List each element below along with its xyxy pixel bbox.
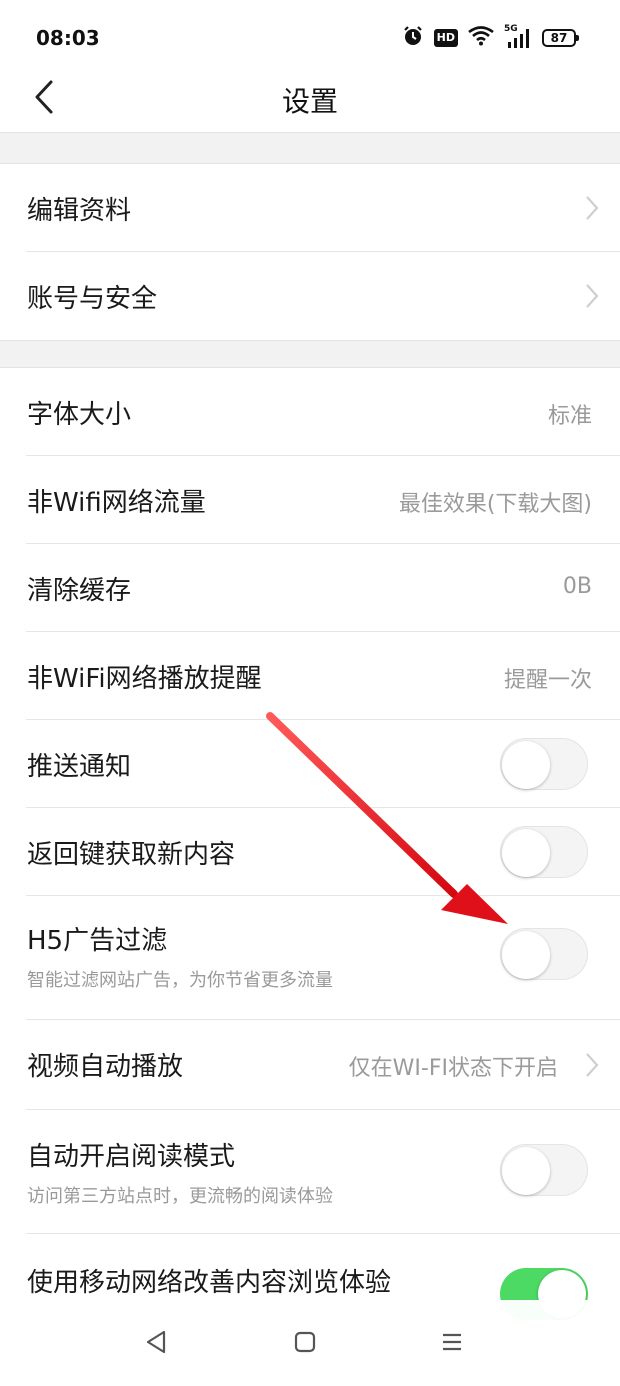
nav-menu-button[interactable] bbox=[432, 1322, 472, 1362]
system-nav-bar bbox=[0, 1300, 620, 1386]
chevron-right-icon bbox=[586, 284, 599, 308]
row-label: 清除缓存 bbox=[27, 576, 132, 606]
nav-home-button[interactable] bbox=[285, 1322, 325, 1362]
chevron-right-icon bbox=[586, 196, 599, 220]
row-value: 仅在WI-FI状态下开启 bbox=[348, 1056, 558, 1081]
back-triangle-icon bbox=[146, 1330, 166, 1354]
settings-row-clear-cache[interactable]: 清除缓存 0B bbox=[0, 544, 620, 632]
settings-row-font-size[interactable]: 字体大小 标准 bbox=[0, 368, 620, 456]
row-description: 智能过滤网站广告，为你节省更多流量 bbox=[27, 970, 333, 991]
signal-5g-icon: 5G bbox=[504, 24, 532, 50]
wifi-icon bbox=[468, 26, 494, 50]
home-square-icon bbox=[294, 1331, 316, 1353]
chevron-right-icon bbox=[586, 1053, 599, 1077]
row-label: 账号与安全 bbox=[27, 284, 158, 314]
h5-ad-filter-toggle[interactable] bbox=[500, 928, 588, 980]
row-label: 返回键获取新内容 bbox=[27, 840, 236, 870]
toggle-knob bbox=[502, 1147, 550, 1195]
section-divider bbox=[0, 132, 620, 164]
push-notifications-toggle[interactable] bbox=[500, 738, 588, 790]
row-label: 自动开启阅读模式 bbox=[27, 1142, 236, 1172]
auto-reader-mode-toggle[interactable] bbox=[500, 1144, 588, 1196]
row-label: 字体大小 bbox=[27, 400, 132, 430]
row-description: 访问第三方站点时，更流畅的阅读体验 bbox=[27, 1186, 333, 1207]
settings-row-non-wifi-play-reminder[interactable]: 非WiFi网络播放提醒 提醒一次 bbox=[0, 632, 620, 720]
row-label: 非WiFi网络播放提醒 bbox=[27, 664, 262, 694]
settings-row-h5-ad-filter: H5广告过滤 智能过滤网站广告，为你节省更多流量 bbox=[0, 896, 620, 1020]
menu-lines-icon bbox=[443, 1333, 461, 1351]
toggle-knob bbox=[502, 741, 550, 789]
settings-row-video-autoplay[interactable]: 视频自动播放 仅在WI-FI状态下开启 bbox=[0, 1020, 620, 1110]
row-label: 使用移动网络改善内容浏览体验 bbox=[27, 1268, 392, 1298]
row-label: 推送通知 bbox=[27, 752, 132, 782]
row-label: 视频自动播放 bbox=[27, 1052, 184, 1082]
toggle-knob bbox=[502, 931, 550, 979]
status-time: 08:03 bbox=[36, 26, 100, 50]
settings-row-non-wifi-traffic[interactable]: 非Wifi网络流量 最佳效果(下载大图) bbox=[0, 456, 620, 544]
battery-icon: 87 bbox=[542, 29, 579, 47]
section-divider bbox=[0, 340, 620, 368]
row-value: 标准 bbox=[547, 404, 592, 429]
status-icons: HD 5G 87 bbox=[402, 24, 579, 52]
settings-row-back-key-refresh: 返回键获取新内容 bbox=[0, 808, 620, 896]
battery-level: 87 bbox=[550, 31, 568, 45]
row-value: 提醒一次 bbox=[503, 668, 592, 693]
alarm-icon bbox=[402, 25, 424, 51]
page-title: 设置 bbox=[281, 85, 338, 118]
status-bar: 08:03 HD 5G 87 bbox=[0, 0, 620, 70]
row-value: 最佳效果(下载大图) bbox=[398, 492, 592, 517]
settings-row-account-security[interactable]: 账号与安全 bbox=[0, 252, 620, 340]
settings-row-auto-reader-mode: 自动开启阅读模式 访问第三方站点时，更流畅的阅读体验 bbox=[0, 1110, 620, 1234]
row-value: 0B bbox=[562, 574, 592, 599]
header: 设置 bbox=[0, 70, 620, 132]
settings-row-edit-profile[interactable]: 编辑资料 bbox=[0, 164, 620, 252]
row-label: H5广告过滤 bbox=[27, 926, 168, 956]
row-label: 编辑资料 bbox=[27, 196, 132, 226]
toggle-knob bbox=[502, 829, 550, 877]
back-key-refresh-toggle[interactable] bbox=[500, 826, 588, 878]
nav-back-button[interactable] bbox=[136, 1322, 176, 1362]
row-label: 非Wifi网络流量 bbox=[27, 488, 206, 518]
hd-icon: HD bbox=[433, 29, 458, 47]
settings-row-push-notifications: 推送通知 bbox=[0, 720, 620, 808]
